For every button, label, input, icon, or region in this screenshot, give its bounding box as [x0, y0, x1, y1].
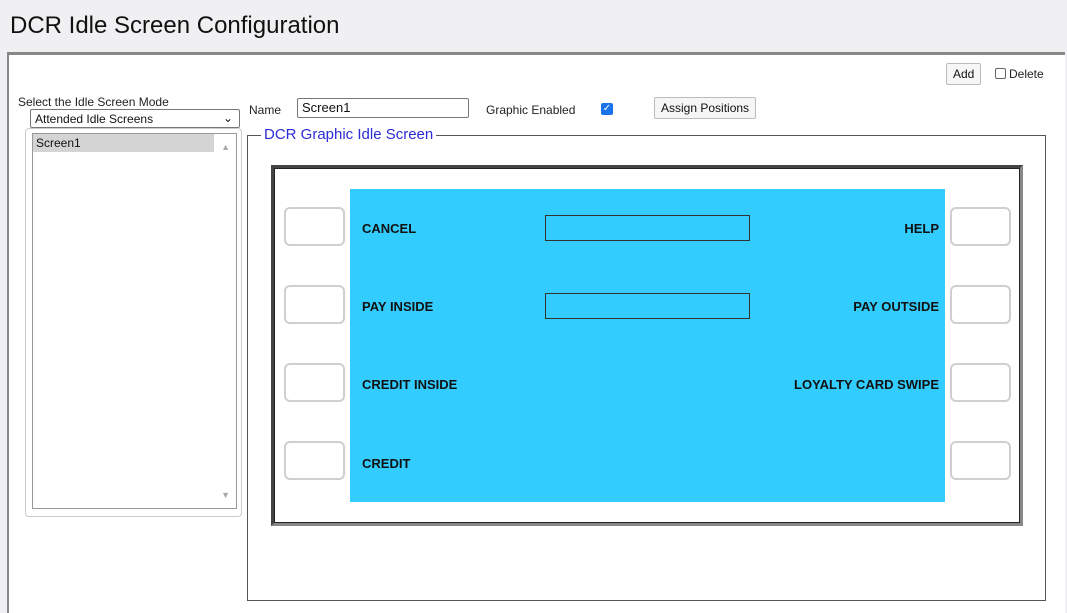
softkey-left-4[interactable] [284, 441, 345, 480]
graphic-enabled-checkbox[interactable]: ✓ [601, 103, 613, 115]
name-input[interactable]: Screen1 [297, 98, 469, 118]
softkey-right-3[interactable] [950, 363, 1011, 402]
softkey-right-2[interactable] [950, 285, 1011, 324]
screen-label-left-2: PAY INSIDE [362, 299, 434, 314]
screen-label-left-3: CREDIT INSIDE [362, 377, 458, 392]
idle-screen-mode-select[interactable]: Attended Idle Screens ⌄ [30, 109, 240, 128]
page-title: DCR Idle Screen Configuration [10, 12, 340, 39]
list-item[interactable]: Screen1 [33, 134, 214, 152]
softkey-left-2[interactable] [284, 285, 345, 324]
scroll-up-icon[interactable]: ▲ [221, 142, 230, 152]
softkey-right-4[interactable] [950, 441, 1011, 480]
screen-label-right-2: PAY OUTSIDE [853, 299, 939, 314]
screen-label-left-4: CREDIT [362, 456, 411, 471]
dcr-graphic-legend: DCR Graphic Idle Screen [261, 126, 437, 143]
screen-label-right-1: HELP [904, 221, 939, 236]
screen-label-left-1: CANCEL [362, 221, 417, 236]
name-label: Name [249, 103, 282, 117]
softkey-right-1[interactable] [950, 207, 1011, 246]
add-button[interactable]: Add [946, 63, 982, 85]
screen-label-right-3: LOYALTY CARD SWIPE [794, 377, 939, 392]
softkey-left-3[interactable] [284, 363, 345, 402]
chevron-down-icon: ⌄ [222, 111, 233, 125]
screen-list-container: Screen1 ▲ ▼ [25, 128, 242, 517]
screen-field-2[interactable] [545, 293, 750, 319]
mode-label: Select the Idle Screen Mode [18, 95, 169, 109]
scroll-down-icon[interactable]: ▼ [221, 490, 230, 500]
graphic-enabled-label: Graphic Enabled [486, 103, 576, 117]
assign-positions-button[interactable]: Assign Positions [654, 97, 757, 119]
softkey-left-1[interactable] [284, 207, 345, 246]
delete-checkbox[interactable] [995, 68, 1006, 79]
delete-label: Delete [1009, 67, 1044, 81]
screen-field-1[interactable] [545, 215, 750, 241]
mode-select-value: Attended Idle Screens [35, 112, 154, 126]
screen-list[interactable]: Screen1 ▲ ▼ [32, 133, 237, 509]
